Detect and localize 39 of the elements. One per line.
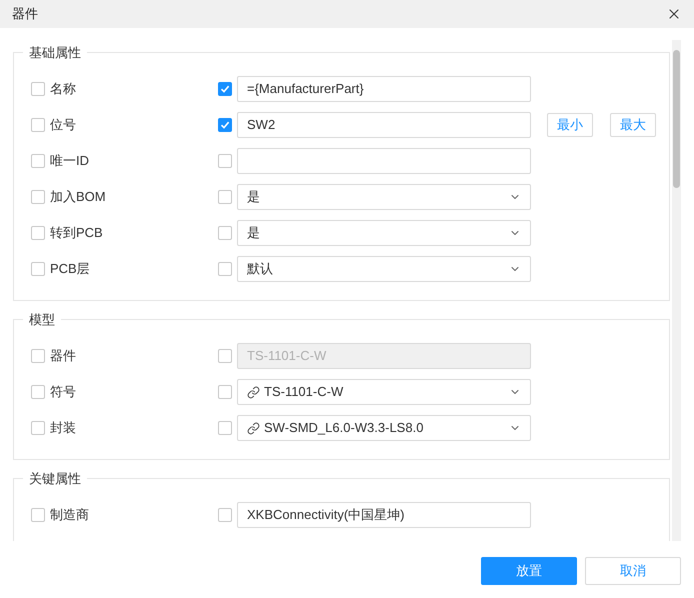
checkbox[interactable] — [218, 508, 232, 522]
field-label: 唯一ID — [50, 152, 89, 170]
field-label: 制造商 — [50, 506, 89, 524]
checkbox[interactable] — [31, 82, 45, 96]
field-label: 名称 — [50, 80, 76, 98]
checkbox[interactable] — [218, 82, 232, 96]
checkbox[interactable] — [218, 421, 232, 435]
field-label: 器件 — [50, 347, 76, 366]
checkbox[interactable] — [218, 190, 232, 204]
checkbox[interactable] — [31, 154, 45, 168]
text-field[interactable]: ={ManufacturerPart} — [237, 76, 531, 102]
checkbox[interactable] — [31, 190, 45, 204]
scrollbar[interactable] — [672, 40, 681, 541]
dropdown[interactable]: 是 — [237, 220, 531, 246]
checkbox[interactable] — [31, 508, 45, 522]
checkbox[interactable] — [218, 262, 232, 276]
field-label: 封装 — [50, 419, 76, 438]
dropdown[interactable]: SW-SMD_L6.0-W3.3-LS8.0 — [237, 415, 531, 441]
checkbox[interactable] — [218, 154, 232, 168]
field-label: 加入BOM — [50, 188, 106, 206]
field-label: 符号 — [50, 383, 76, 402]
text-field[interactable]: SW2 — [237, 112, 531, 138]
checkbox[interactable] — [218, 118, 232, 132]
checkbox[interactable] — [31, 226, 45, 240]
dropdown[interactable]: 默认 — [237, 256, 531, 282]
checkbox[interactable] — [31, 421, 45, 435]
checkbox[interactable] — [218, 385, 232, 399]
field-label: PCB层 — [50, 260, 90, 278]
checkbox[interactable] — [31, 118, 45, 132]
dropdown[interactable]: TS-1101-C-W — [237, 379, 531, 405]
text-field[interactable]: XKBConnectivity(中国星坤) — [237, 502, 531, 528]
window-title: 器件 — [12, 5, 38, 24]
field-label: 转到PCB — [50, 224, 103, 242]
field-label: 位号 — [50, 116, 76, 134]
text-field[interactable] — [237, 148, 531, 174]
checkbox[interactable] — [31, 262, 45, 276]
checkbox[interactable] — [31, 385, 45, 399]
dropdown[interactable]: 是 — [237, 184, 531, 210]
checkbox[interactable] — [218, 226, 232, 240]
